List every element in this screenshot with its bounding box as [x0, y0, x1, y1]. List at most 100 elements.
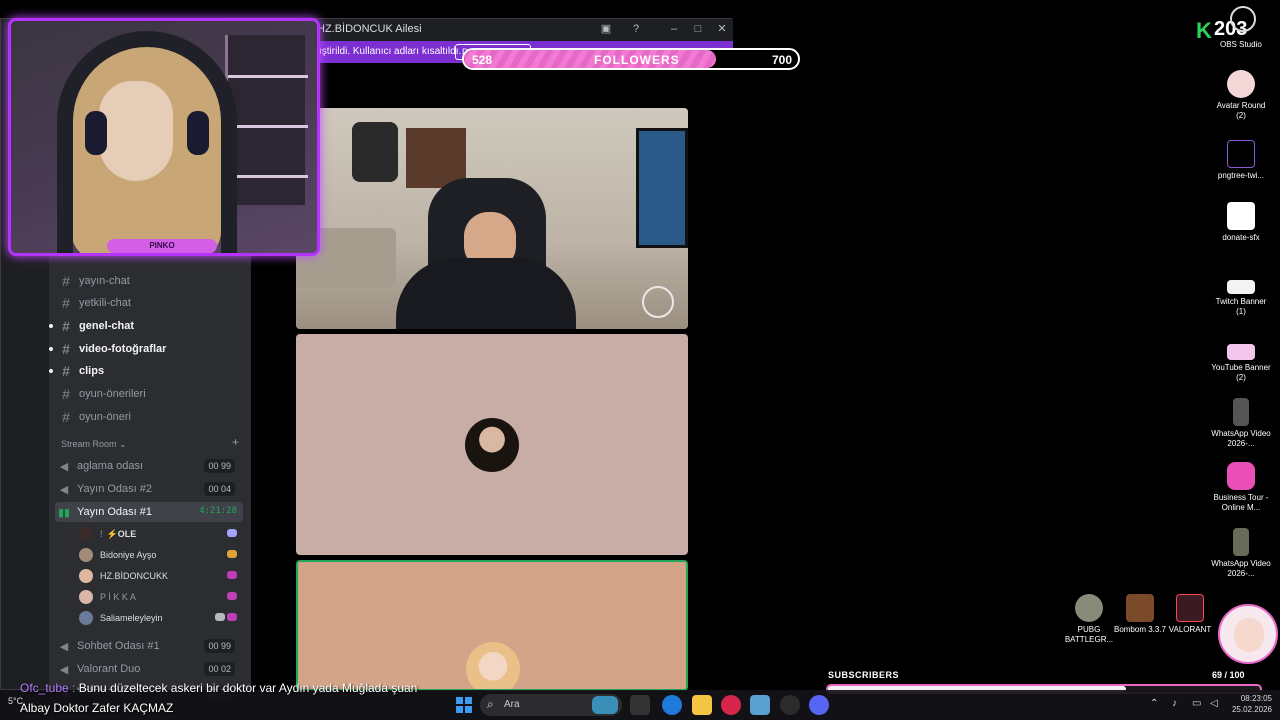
- desktop-icon-donate-sfx[interactable]: donate-sfx: [1211, 202, 1271, 243]
- game-icon: [1227, 462, 1255, 490]
- voice-channel-valorant-duo[interactable]: ◀ Valorant Duo 00 02: [55, 659, 243, 679]
- windows-start-icon[interactable]: [456, 697, 472, 713]
- desktop-icon-label: WhatsApp Video 2026-...: [1211, 559, 1271, 578]
- taskbar-search[interactable]: ⌕ Ara: [480, 694, 622, 716]
- tv-screen: [636, 128, 688, 248]
- desktop-icon-twitch-banner[interactable]: Twitch Banner (1): [1211, 280, 1271, 317]
- image-file-icon: [1227, 280, 1255, 294]
- opera-icon[interactable]: [721, 695, 741, 715]
- user-count: 00 99: [204, 459, 235, 473]
- screen-share-icon[interactable]: ▣: [599, 22, 613, 36]
- streamer-face: [99, 81, 173, 181]
- webcam-tag: PINKO: [107, 239, 217, 253]
- tray-chevron-icon[interactable]: ⌃: [1150, 698, 1158, 709]
- gamepad-icon: [227, 529, 237, 537]
- voice-channel-sohbet-odasi-1[interactable]: ◀ Sohbet Odası #1 00 99: [55, 636, 243, 656]
- speaker-icon: ◀: [59, 663, 69, 676]
- category-stream-room[interactable]: Stream Room ⌄: [61, 439, 127, 450]
- minimize-icon[interactable]: –: [667, 22, 681, 36]
- channel-label: yetkili-chat: [79, 297, 131, 309]
- member-ole[interactable]: ! ⚡OLE: [79, 524, 239, 544]
- close-icon[interactable]: ✕: [715, 22, 729, 36]
- member-saliameleyleyin[interactable]: Saliameleyleyin: [79, 608, 239, 628]
- member-name: Saliameleyleyin: [100, 613, 163, 623]
- channel-yetkili-chat[interactable]: # yetkili-chat: [57, 293, 247, 313]
- user-count: 00 99: [204, 639, 235, 653]
- shelf-board: [228, 175, 308, 178]
- file-explorer-icon[interactable]: [692, 695, 712, 715]
- voice-channel-yayin-odasi-2[interactable]: ◀ Yayın Odası #2 00 04: [55, 479, 243, 499]
- notice-text: ıştirildi. Kullanıcı adları kısaltıldı.: [319, 46, 462, 57]
- channel-video-fotograflar[interactable]: # video-fotoğraflar: [49, 339, 247, 359]
- member-name: P İ K K A: [100, 592, 136, 602]
- desktop-icon-whatsapp-video-1[interactable]: WhatsApp Video 2026-...: [1211, 398, 1271, 449]
- add-channel-icon[interactable]: +: [232, 435, 239, 449]
- hash-icon: #: [62, 273, 70, 289]
- desktop-icon-label: Twitch Banner (1): [1215, 297, 1267, 316]
- search-highlight-icon: [592, 696, 618, 714]
- avatar: [79, 590, 93, 604]
- desktop-icon-avatar-round[interactable]: Avatar Round (2): [1211, 70, 1271, 121]
- channel-clips[interactable]: # clips: [49, 361, 247, 381]
- clock-date: 25.02.2026: [1231, 705, 1272, 714]
- valorant-icon: [1176, 594, 1204, 622]
- settings-icon[interactable]: [750, 695, 770, 715]
- live-icon: [227, 592, 237, 600]
- member-hz-bidoncukk[interactable]: HZ.BİDONCUKK: [79, 566, 239, 586]
- task-view-icon[interactable]: [630, 695, 650, 715]
- hash-icon: #: [62, 386, 70, 402]
- channel-yayin-chat[interactable]: # yayın-chat: [57, 271, 247, 291]
- video-tile-speaking[interactable]: [296, 560, 688, 691]
- image-file-icon: [1227, 140, 1255, 168]
- chat-username: Ofc_tube :: [20, 681, 76, 695]
- speaker-icon: ◀: [59, 640, 69, 653]
- shelf: [225, 35, 308, 205]
- taskbar-clock[interactable]: 08:23:05 25.02.2026: [1226, 693, 1272, 715]
- desktop-icon-business-tour[interactable]: Business Tour - Online M...: [1211, 462, 1271, 513]
- volume-icon[interactable]: ◁: [1210, 698, 1218, 709]
- window-title: HZ.BİDONCUK Ailesi: [317, 23, 422, 35]
- voice-label: aglama odası: [77, 460, 144, 472]
- webcam-overlay: PINKO: [8, 18, 320, 256]
- member-name: Bidoniye Ayşo: [100, 550, 157, 560]
- video-file-icon: [1233, 528, 1249, 556]
- unread-dot: [49, 324, 53, 328]
- mic-icon[interactable]: ♪: [1172, 698, 1177, 709]
- channel-genel-chat[interactable]: # genel-chat: [49, 316, 247, 336]
- desktop-icon-valorant[interactable]: VALORANT: [1160, 594, 1220, 635]
- avatar: [79, 611, 93, 625]
- live-voice-icon: ▮▮: [57, 506, 71, 519]
- help-icon[interactable]: ?: [629, 22, 643, 36]
- maximize-icon[interactable]: □: [691, 22, 705, 36]
- video-tile-avatar[interactable]: [296, 334, 688, 555]
- desktop-icon-label: YouTube Banner (2): [1211, 363, 1271, 382]
- unread-dot: [49, 347, 53, 351]
- discord-icon[interactable]: [809, 695, 829, 715]
- voice-channel-aglama-odasi[interactable]: ◀ aglama odası 00 99: [55, 456, 243, 476]
- desktop-icon-pngtree[interactable]: pngtree-twi...: [1211, 140, 1271, 181]
- desktop-icon-label: donate-sfx: [1222, 233, 1260, 242]
- avatar-face: [1234, 618, 1264, 652]
- voice-channel-yayin-odasi-1[interactable]: ▮▮ Yayın Odası #1 4:21:28: [55, 502, 243, 522]
- person-body: [396, 258, 576, 329]
- channel-label: video-fotoğraflar: [79, 343, 167, 355]
- member-bidoniye-ayso[interactable]: Bidoniye Ayşo: [79, 545, 239, 565]
- network-icon[interactable]: ▭: [1192, 698, 1201, 709]
- channel-oyun-onerileri[interactable]: # oyun-önerileri: [57, 384, 247, 404]
- headphone-left: [85, 111, 107, 155]
- edge-icon[interactable]: [662, 695, 682, 715]
- video-tile-camera[interactable]: [296, 108, 688, 329]
- obs-taskbar-icon[interactable]: [780, 695, 800, 715]
- channel-oyun-oneri[interactable]: # oyun-öneri: [57, 407, 247, 427]
- desktop-icon-whatsapp-video-2[interactable]: WhatsApp Video 2026-...: [1211, 528, 1271, 579]
- search-placeholder: Ara: [504, 699, 520, 710]
- member-pikka[interactable]: P İ K K A: [79, 587, 239, 607]
- desktop-icon-label: Business Tour - Online M...: [1213, 493, 1269, 512]
- user-avatar: [465, 418, 519, 472]
- voice-label: Yayın Odası #2: [77, 483, 153, 495]
- clock-time: 08:23:05: [1240, 694, 1272, 703]
- channel-label: oyun-öneri: [79, 411, 131, 423]
- hash-icon: #: [62, 295, 70, 311]
- chat-message-1: Ofc_tube : Bunu düzeltecek askeri bir do…: [20, 681, 417, 695]
- desktop-icon-youtube-banner[interactable]: YouTube Banner (2): [1211, 344, 1271, 383]
